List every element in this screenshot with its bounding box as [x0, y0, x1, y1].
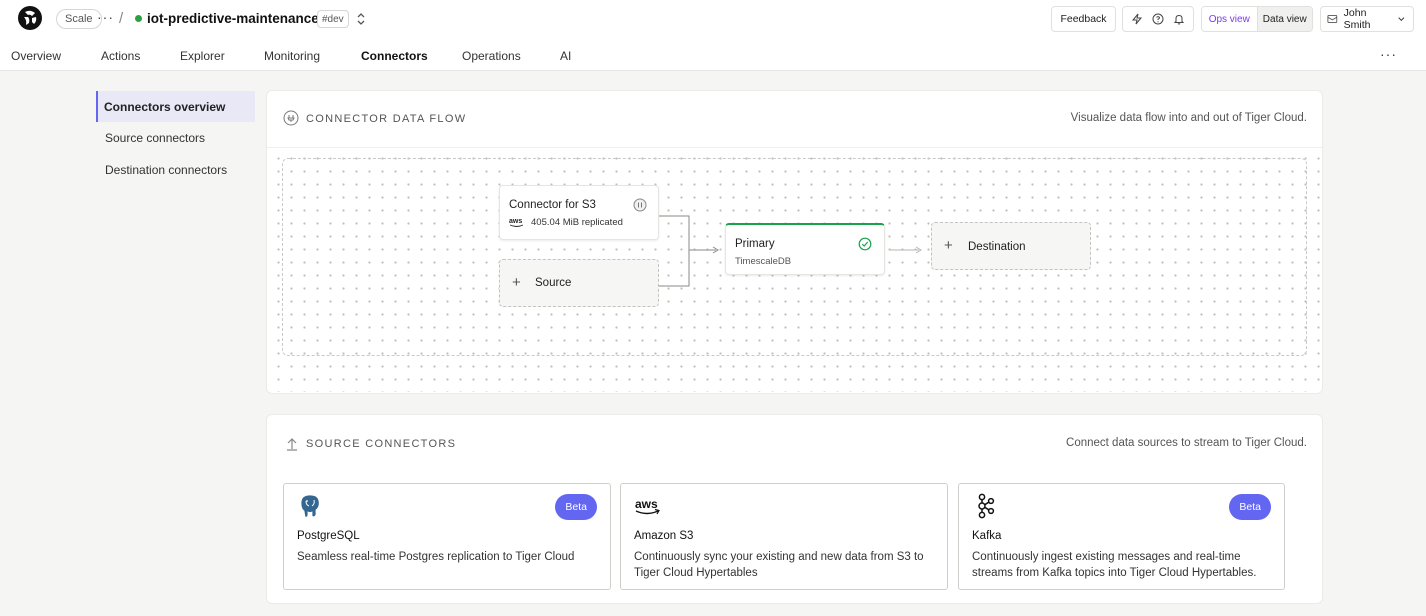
s3-node-replicated: 405.04 MiB replicated — [531, 217, 623, 228]
tab-explorer[interactable]: Explorer — [180, 49, 225, 63]
data-view-toggle[interactable]: Data view — [1256, 7, 1312, 31]
bell-icon[interactable] — [1173, 13, 1185, 25]
svg-text:aws: aws — [635, 497, 658, 511]
flow-section-description: Visualize data flow into and out of Tige… — [1070, 112, 1307, 124]
beta-badge: Beta — [555, 494, 597, 520]
connector-description: Seamless real-time Postgres replication … — [297, 551, 575, 563]
env-pill: #dev — [317, 10, 349, 28]
tab-connectors[interactable]: Connectors — [361, 49, 428, 63]
help-icon[interactable] — [1152, 13, 1164, 25]
aws-icon: aws — [635, 497, 660, 515]
user-name: John Smith — [1343, 7, 1371, 31]
connector-card-postgresql[interactable]: Beta PostgreSQL Seamless real-time Postg… — [283, 483, 611, 590]
feedback-button[interactable]: Feedback — [1051, 6, 1116, 32]
aws-icon: aws — [509, 218, 524, 227]
tab-operations[interactable]: Operations — [462, 49, 521, 63]
user-avatar-icon — [1327, 15, 1338, 23]
quick-actions-group — [1122, 6, 1194, 32]
user-menu-button[interactable]: John Smith — [1320, 6, 1414, 32]
top-bar: Scale ··· / iot-predictive-maintenance #… — [0, 0, 1426, 38]
connector-card-kafka[interactable]: Beta Kafka Continuously ingest existing … — [958, 483, 1285, 590]
upload-icon — [287, 438, 297, 451]
connector-name: PostgreSQL — [297, 530, 360, 542]
tab-monitoring[interactable]: Monitoring — [264, 49, 320, 63]
main-tabs: Overview Actions Explorer Monitoring Con… — [0, 38, 1426, 71]
svg-text:aws: aws — [509, 218, 522, 225]
sources-section-description: Connect data sources to stream to Tiger … — [1066, 437, 1307, 449]
s3-node-title: Connector for S3 — [509, 199, 596, 211]
breadcrumb-separator: / — [119, 10, 124, 27]
connector-description: Continuously ingest existing messages an… — [972, 551, 1257, 579]
add-destination-label: Destination — [968, 241, 1026, 253]
plus-icon: + — [512, 274, 521, 291]
postgresql-icon — [300, 494, 320, 518]
view-toggle: Ops view Data view — [1201, 6, 1313, 32]
ops-view-toggle[interactable]: Ops view — [1202, 7, 1257, 31]
check-circle-icon — [858, 237, 872, 251]
plus-icon: + — [944, 237, 953, 254]
more-icon[interactable]: ··· — [97, 9, 114, 25]
sidebar-item-source-connectors[interactable]: Source connectors — [96, 122, 255, 153]
connector-description: Continuously sync your existing and new … — [634, 551, 924, 579]
tab-actions[interactable]: Actions — [101, 49, 140, 63]
tiger-logo-icon[interactable] — [17, 5, 43, 31]
primary-service-node[interactable]: Primary TimescaleDB — [725, 223, 885, 275]
sidebar-item-destination-connectors[interactable]: Destination connectors — [96, 154, 255, 185]
lightning-icon[interactable] — [1131, 13, 1143, 25]
plan-pill: Scale — [56, 9, 102, 29]
add-destination-node[interactable]: + Destination — [931, 222, 1091, 270]
switch-service-icon[interactable] — [355, 11, 367, 27]
chevron-down-icon — [1398, 17, 1405, 22]
service-status-dot — [135, 15, 142, 22]
primary-node-title: Primary — [735, 238, 775, 250]
more-tabs-icon[interactable]: ··· — [1380, 46, 1397, 62]
kafka-icon — [978, 493, 995, 519]
sources-section-title: SOURCE CONNECTORS — [306, 438, 457, 450]
add-source-node[interactable]: + Source — [499, 259, 659, 307]
connector-name: Kafka — [972, 530, 1002, 542]
add-source-label: Source — [535, 277, 572, 289]
tab-ai[interactable]: AI — [560, 49, 571, 63]
pause-icon[interactable] — [633, 198, 647, 212]
tab-overview[interactable]: Overview — [11, 49, 61, 63]
plug-icon — [283, 110, 299, 126]
service-name[interactable]: iot-predictive-maintenance — [147, 11, 319, 26]
sidebar-item-connectors-overview[interactable]: Connectors overview — [96, 91, 255, 122]
connector-name: Amazon S3 — [634, 530, 694, 542]
s3-connector-node[interactable]: Connector for S3 aws 405.04 MiB replicat… — [499, 185, 659, 240]
beta-badge: Beta — [1229, 494, 1271, 520]
flow-section-title: CONNECTOR DATA FLOW — [306, 113, 467, 125]
primary-node-subtitle: TimescaleDB — [735, 256, 792, 267]
connector-card-amazon-s3[interactable]: aws Amazon S3 Continuously sync your exi… — [620, 483, 948, 590]
